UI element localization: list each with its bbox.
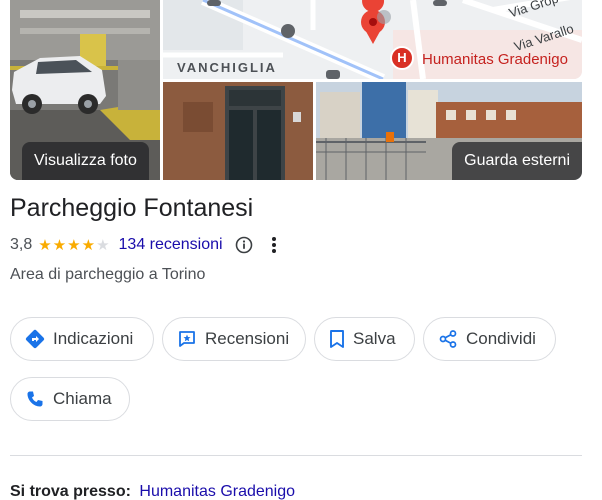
exterior-photo[interactable]: Guarda esterni: [316, 82, 582, 180]
call-button[interactable]: Chiama: [10, 377, 130, 421]
save-button[interactable]: Salva: [314, 317, 415, 361]
location-row: Si trova presso: Humanitas Gradenigo: [10, 483, 295, 500]
map-thumbnail[interactable]: VANCHIGLIA Via Varallo Via Grop H Humani…: [163, 0, 582, 79]
save-label: Salva: [353, 329, 396, 348]
info-icon[interactable]: [235, 236, 253, 254]
location-link[interactable]: Humanitas Gradenigo: [139, 483, 295, 500]
map-poi-label: Humanitas Gradenigo: [422, 51, 568, 68]
review-star-icon: [179, 331, 195, 347]
share-label: Condividi: [466, 329, 536, 348]
view-photos-button[interactable]: Visualizza foto: [22, 142, 149, 180]
directions-label: Indicazioni: [53, 329, 134, 348]
map-district-label: VANCHIGLIA: [177, 60, 277, 75]
star-icon: ★: [38, 236, 52, 254]
view-exterior-button[interactable]: Guarda esterni: [452, 142, 582, 180]
section-divider: [10, 455, 582, 456]
star-icon: ★: [52, 236, 67, 254]
hospital-icon: H: [390, 46, 414, 70]
place-category: Area di parcheggio a Torino: [10, 266, 206, 283]
star-icon: ★: [96, 236, 110, 254]
call-label: Chiama: [53, 389, 112, 408]
place-title: Parcheggio Fontanesi: [10, 194, 254, 222]
more-options-icon[interactable]: [271, 236, 277, 254]
building-photo-image: [163, 82, 313, 180]
reviews-link[interactable]: 134 recensioni: [119, 236, 223, 254]
rating-row: 3,8 ★ ★ ★ ★ ★ 134 recensioni: [10, 234, 277, 256]
reviews-label: Recensioni: [205, 329, 290, 348]
directions-button[interactable]: Indicazioni: [10, 317, 154, 361]
reviews-button[interactable]: Recensioni: [162, 317, 306, 361]
building-photo[interactable]: [163, 82, 313, 180]
photo-strip: Visualizza foto VANCHIGLIA Via Varallo V…: [10, 0, 582, 180]
bookmark-icon: [330, 330, 344, 348]
phone-icon: [27, 391, 43, 407]
star-icon: ★: [67, 236, 81, 254]
location-label: Si trova presso:: [10, 483, 131, 500]
share-button[interactable]: Condividi: [423, 317, 556, 361]
rating-value: 3,8: [10, 236, 33, 253]
star-rating: ★ ★ ★ ★ ★: [38, 238, 110, 253]
share-icon: [439, 330, 457, 348]
parking-photo[interactable]: Visualizza foto: [10, 0, 160, 180]
directions-icon: [25, 329, 45, 349]
star-icon: ★: [81, 236, 96, 254]
